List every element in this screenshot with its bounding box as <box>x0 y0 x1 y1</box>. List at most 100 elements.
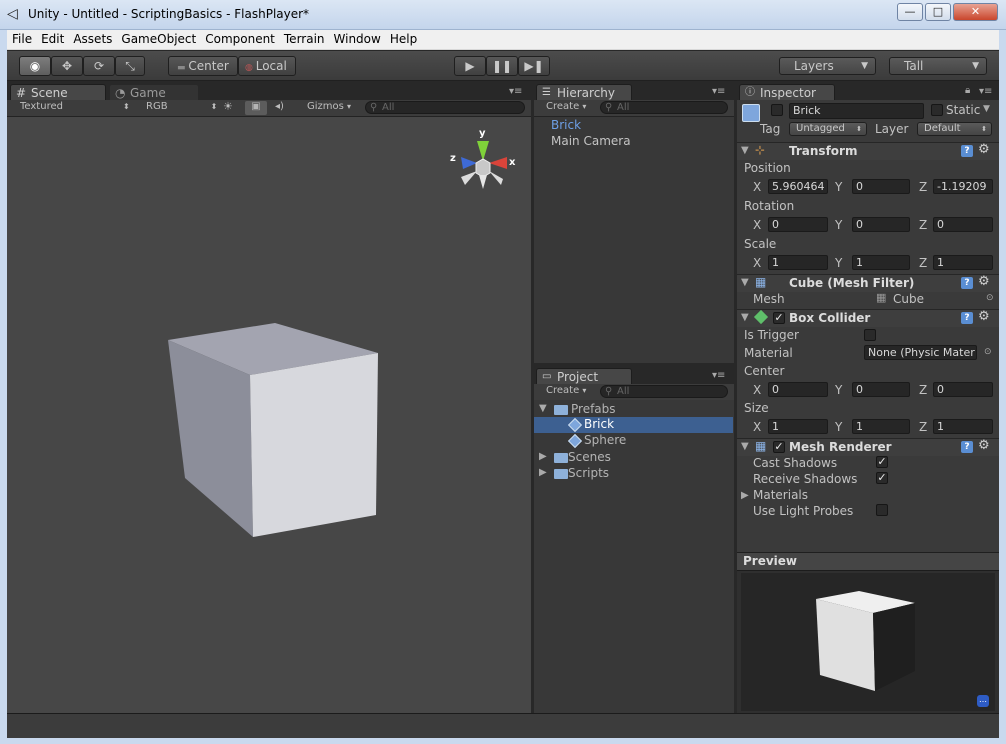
audio-toggle-icon[interactable]: ◂) <box>275 101 284 112</box>
mesh-renderer-enabled-checkbox[interactable]: ✓ <box>773 441 785 453</box>
project-create-dropdown[interactable]: Create ▾ <box>546 385 586 396</box>
box-collider-enabled-checkbox[interactable]: ✓ <box>773 312 785 324</box>
orientation-gizmo[interactable]: y x z <box>449 123 519 197</box>
menu-terrain[interactable]: Terrain <box>279 30 329 46</box>
help-icon[interactable]: ? <box>961 441 973 453</box>
size-label: Size <box>744 401 769 415</box>
static-dropdown-icon[interactable]: ▼ <box>983 104 990 114</box>
position-z-field[interactable]: -1.19209 <box>933 179 993 194</box>
help-icon[interactable]: ? <box>961 277 973 289</box>
chevron-updown-icon: ⬍ <box>122 102 130 111</box>
hierarchy-item-main-camera[interactable]: Main Camera <box>551 134 631 148</box>
pivot-local-button[interactable]: ◍ Local <box>238 56 296 76</box>
gizmos-label: Gizmos <box>307 101 344 112</box>
hierarchy-item-brick[interactable]: Brick <box>551 118 581 132</box>
color-mode-dropdown[interactable]: RGB ⬍ <box>146 101 217 112</box>
layout-dropdown[interactable]: Tall ▼ <box>889 57 987 75</box>
pivot-center-button[interactable]: ▬ Center <box>168 56 238 76</box>
rotation-y-field[interactable]: 0 <box>852 217 910 232</box>
position-x-field[interactable]: 5.960464 <box>768 179 828 194</box>
menu-assets[interactable]: Assets <box>68 30 116 46</box>
center-y-field[interactable]: 0 <box>852 382 910 397</box>
transform-header[interactable]: ▼ ⊹ Transform ? ⚙ <box>737 142 999 160</box>
menu-gameobject[interactable]: GameObject <box>116 30 200 46</box>
mesh-filter-header[interactable]: ▼ ▦ Cube (Mesh Filter) ? ⚙ <box>737 274 999 292</box>
hierarchy-create-dropdown[interactable]: Create ▾ <box>546 101 586 112</box>
play-button[interactable]: ▶ <box>454 56 486 76</box>
object-name-input[interactable]: Brick <box>789 103 924 119</box>
step-button[interactable]: ▶❚ <box>518 56 550 76</box>
help-icon[interactable]: ? <box>961 312 973 324</box>
hierarchy-search-input[interactable]: ⚲ All <box>600 101 728 114</box>
center-z-field[interactable]: 0 <box>933 382 993 397</box>
minimize-button[interactable]: — <box>897 3 923 21</box>
object-picker-icon[interactable]: ⊙ <box>986 293 994 303</box>
scale-x-field[interactable]: 1 <box>768 255 828 270</box>
image-toggle-icon[interactable]: ▣ <box>245 101 267 115</box>
center-x-field[interactable]: 0 <box>768 382 828 397</box>
close-button[interactable]: ✕ <box>953 3 998 21</box>
gear-icon[interactable]: ⚙ <box>978 275 990 288</box>
panel-menu-icon[interactable]: ▾≡ <box>712 370 725 381</box>
is-trigger-checkbox[interactable] <box>864 329 876 341</box>
menu-edit[interactable]: Edit <box>36 30 68 46</box>
object-picker-icon[interactable]: ⊙ <box>984 347 992 357</box>
lock-icon[interactable]: 🔒︎ <box>965 85 970 96</box>
preview-header[interactable]: Preview <box>737 552 999 570</box>
view-tool-button[interactable]: ◉ <box>19 56 51 76</box>
render-mode-dropdown[interactable]: Textured ⬍ <box>20 101 130 112</box>
size-x-field[interactable]: 1 <box>768 419 828 434</box>
pause-button[interactable]: ❚❚ <box>486 56 518 76</box>
active-checkbox[interactable] <box>771 104 783 116</box>
project-item-brick[interactable]: Brick <box>534 417 733 433</box>
panel-menu-icon[interactable]: ▾≡ <box>979 86 992 97</box>
size-z-field[interactable]: 1 <box>933 419 993 434</box>
rotation-x-field[interactable]: 0 <box>768 217 828 232</box>
menu-help[interactable]: Help <box>385 30 421 46</box>
panel-menu-icon[interactable]: ▾≡ <box>509 86 522 97</box>
gear-icon[interactable]: ⚙ <box>978 143 990 156</box>
gizmos-dropdown[interactable]: Gizmos ▾ <box>307 101 351 112</box>
position-y-field[interactable]: 0 <box>852 179 910 194</box>
tab-hierarchy-label: Hierarchy <box>557 86 616 100</box>
receive-shadows-checkbox[interactable]: ✓ <box>876 472 888 484</box>
mesh-value[interactable]: Cube <box>893 292 924 306</box>
size-y-field[interactable]: 1 <box>852 419 910 434</box>
gear-icon[interactable]: ⚙ <box>978 439 990 452</box>
rotate-tool-button[interactable]: ⟳ <box>83 56 115 76</box>
scene-search-input[interactable]: ⚲ All <box>365 101 525 114</box>
rotation-z-field[interactable]: 0 <box>933 217 993 232</box>
help-icon[interactable]: ? <box>961 145 973 157</box>
light-probes-checkbox[interactable] <box>876 504 888 516</box>
static-checkbox[interactable] <box>931 104 943 116</box>
position-label: Position <box>744 161 791 175</box>
project-search-input[interactable]: ⚲ All <box>600 385 728 398</box>
menu-window[interactable]: Window <box>329 30 385 46</box>
project-item-scripts[interactable]: ▶ Scripts <box>537 466 733 482</box>
layer-dropdown[interactable]: Default ⬍ <box>917 122 992 136</box>
scene-viewport[interactable]: y x z <box>7 117 531 713</box>
scale-y-field[interactable]: 1 <box>852 255 910 270</box>
project-item-scenes[interactable]: ▶ Scenes <box>537 450 733 466</box>
mesh-renderer-header[interactable]: ▼ ▦ ✓ Mesh Renderer ? ⚙ <box>737 438 999 456</box>
menu-file[interactable]: File <box>7 30 36 46</box>
lighting-toggle-icon[interactable]: ☀ <box>223 100 233 113</box>
project-item-prefabs[interactable]: ▼ Prefabs <box>537 402 733 418</box>
expand-right-icon[interactable]: ▶ <box>741 490 749 501</box>
project-item-sphere[interactable]: Sphere <box>534 433 733 449</box>
material-field[interactable]: None (Physic Mater <box>864 345 977 360</box>
materials-label[interactable]: Materials <box>753 488 808 502</box>
gear-icon[interactable]: ⚙ <box>978 310 990 323</box>
scale-z-field[interactable]: 1 <box>933 255 993 270</box>
maximize-button[interactable]: □ <box>925 3 951 21</box>
panel-menu-icon[interactable]: ▾≡ <box>712 86 725 97</box>
layers-dropdown[interactable]: Layers ▼ <box>779 57 876 75</box>
menu-component[interactable]: Component <box>200 30 279 46</box>
scale-tool-button[interactable]: ⤡ <box>115 56 145 76</box>
tag-dropdown[interactable]: Untagged ⬍ <box>789 122 867 136</box>
preview-settings-icon[interactable]: … <box>977 695 989 707</box>
box-collider-header[interactable]: ▼ ✓ Box Collider ? ⚙ <box>737 309 999 327</box>
preview-viewport[interactable]: … <box>737 570 999 713</box>
cast-shadows-checkbox[interactable]: ✓ <box>876 456 888 468</box>
move-tool-button[interactable]: ✥ <box>51 56 83 76</box>
